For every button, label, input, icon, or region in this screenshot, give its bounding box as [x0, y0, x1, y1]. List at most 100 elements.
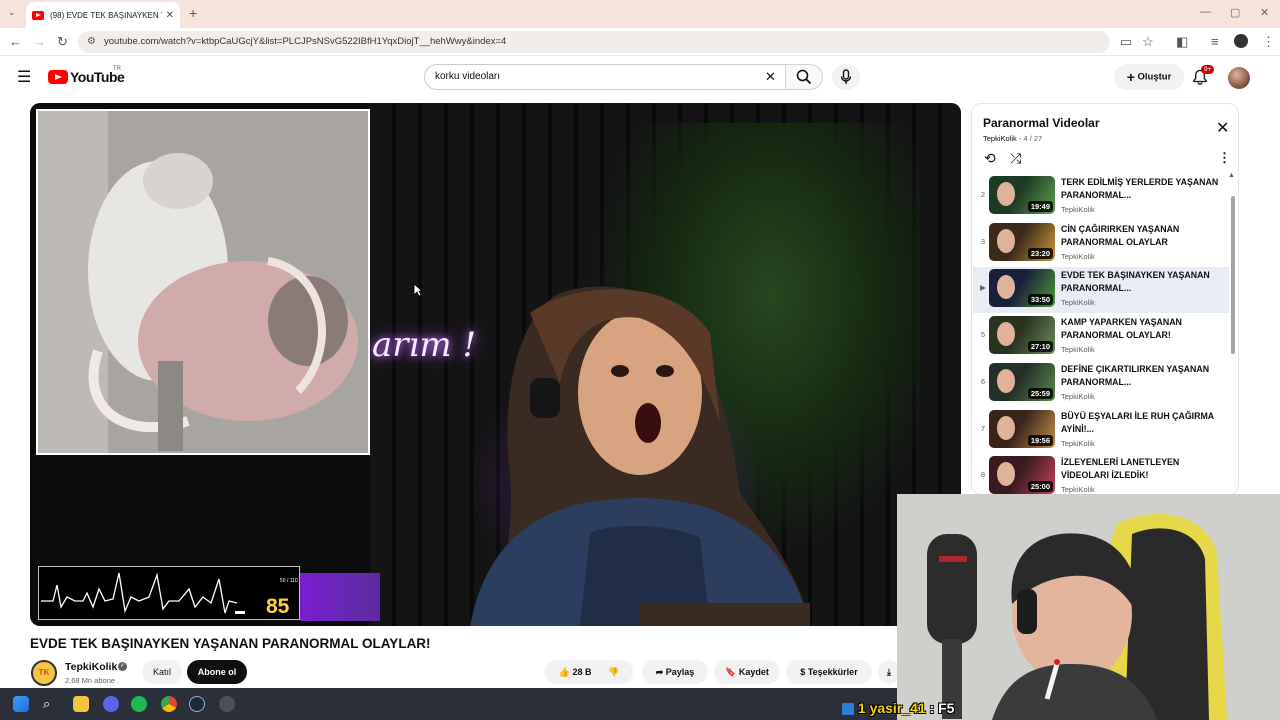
back-icon[interactable]: ← — [9, 34, 22, 49]
browser-menu-icon[interactable]: ⋮ — [1262, 34, 1275, 50]
browser-tab[interactable]: (98) EVDE TEK BAŞINAYKEN YA... ✕ — [26, 2, 180, 28]
tab-close-icon[interactable]: ✕ — [166, 10, 174, 21]
playlist-subtitle: TepkiKolik - 4 / 27 — [983, 134, 1042, 143]
playlist-more-icon[interactable]: ⋮ — [1218, 150, 1231, 166]
thanks-button[interactable]: $ Teşekkürler — [786, 660, 872, 684]
spotify-icon[interactable] — [131, 696, 147, 712]
channel-name[interactable]: TepkiKolik — [65, 661, 117, 673]
playlist-item-thumbnail[interactable]: 23:20 — [989, 222, 1055, 261]
playlist-item[interactable]: 6 25:59 DEFİNE ÇIKARTILIRKEN YAŞANAN PARAN… — [973, 361, 1229, 407]
create-button[interactable]: + Oluştur — [1114, 64, 1184, 90]
save-button[interactable]: 🔖 Kaydet — [714, 660, 780, 684]
playlist-item-title[interactable]: EVDE TEK BAŞINAYKEN YAŞANAN PARANORMAL..… — [1061, 269, 1221, 295]
tab-search-chevron-icon[interactable]: ⌄ — [8, 7, 16, 18]
youtube-logo[interactable]: YouTube TR — [48, 66, 125, 85]
taskbar-search-icon[interactable]: ⌕ — [43, 696, 59, 712]
playlist-item[interactable]: ▶ 33:50 EVDE TEK BAŞINAYKEN YAŞANAN PARANO… — [973, 267, 1229, 314]
voice-search-button[interactable] — [832, 64, 860, 90]
windows-taskbar: ⌕ — [0, 688, 897, 720]
playlist-owner[interactable]: TepkiKolik — [983, 134, 1017, 143]
share-button[interactable]: ➦ Paylaş — [642, 660, 708, 684]
address-field[interactable]: ⚙ youtube.com/watch?v=ktbpCaUGcjY&list=P… — [78, 31, 1110, 53]
search-icon — [796, 69, 812, 85]
playlist-item-title[interactable]: BÜYÜ EŞYALARI İLE RUH ÇAĞIRMA AYİNİ!... — [1061, 410, 1221, 436]
playlist-item[interactable]: 2 19:49 TERK EDİLMİŞ YERLERDE YAŞANAN PARA… — [973, 174, 1229, 220]
channel-avatar[interactable]: TK — [31, 660, 57, 686]
playlist-item-thumbnail[interactable]: 19:49 — [989, 176, 1055, 214]
download-icon: ⤓ — [887, 667, 891, 677]
extensions-icon[interactable]: ◧ — [1176, 34, 1188, 50]
like-dislike-group: 👍 28 B 👎 — [545, 660, 633, 684]
windows-start-icon[interactable] — [13, 696, 29, 712]
loop-playlist-icon[interactable]: ⟲ — [984, 150, 996, 167]
playlist-item[interactable]: 7 19:56 BÜYÜ EŞYALARI İLE RUH ÇAĞIRMA AYİN… — [973, 408, 1229, 454]
hamburger-menu-icon[interactable]: ☰ — [17, 67, 31, 87]
site-info-icon[interactable]: ⚙ — [87, 31, 96, 53]
playlist-item-thumbnail[interactable]: 25:59 — [989, 362, 1055, 401]
mouse-cursor-icon — [413, 283, 423, 297]
playlist-item[interactable]: 8 25:00 İZLEYENLERİ LANETLEYEN VİDEOLARI İ… — [973, 454, 1229, 495]
playlist-item-thumbnail[interactable]: 33:50 — [989, 269, 1055, 308]
playlist-scrollbar[interactable] — [1231, 196, 1235, 354]
playlist-item-title[interactable]: İZLEYENLERİ LANETLEYEN VİDEOLARI İZLEDİK… — [1061, 456, 1221, 482]
playlist-item-thumbnail[interactable]: 25:00 — [989, 456, 1055, 494]
video-player[interactable]: arım ! 50 / 110 85 — [30, 103, 961, 626]
playlist-item-thumbnail[interactable]: 19:56 — [989, 409, 1055, 448]
shuffle-icon[interactable]: ⤮ — [1010, 150, 1021, 167]
join-button[interactable]: Katıl — [142, 660, 182, 684]
browser-tab-bar: ⌄ (98) EVDE TEK BAŞINAYKEN YA... ✕ + — ▢… — [0, 0, 1280, 28]
clear-search-icon[interactable]: ✕ — [765, 65, 776, 89]
share-arrow-icon: ➦ — [655, 667, 664, 677]
playlist-panel: Paranormal Videolar TepkiKolik - 4 / 27 … — [971, 103, 1239, 495]
playlist-item-title[interactable]: KAMP YAPARKEN YAŞANAN PARANORMAL OLAYLAR… — [1061, 316, 1221, 342]
search-button[interactable] — [785, 64, 823, 90]
playlist-item-thumbnail[interactable]: 27:10 — [989, 316, 1055, 355]
reload-icon[interactable]: ↻ — [57, 34, 68, 50]
heart-rate-monitor — [38, 566, 300, 620]
heart-rate-value: 85 — [266, 595, 290, 618]
chat-message-overlay: 1 yasir_41 : F5 — [842, 697, 954, 720]
playlist-item[interactable]: 3 23:20 CİN ÇAĞIRIRKEN YAŞANAN PARANORMAL … — [973, 221, 1229, 267]
playlist-title[interactable]: Paranormal Videolar — [983, 116, 1100, 130]
cast-icon[interactable]: ▭ — [1120, 34, 1132, 50]
webcam-scene — [897, 494, 1280, 720]
like-count: 28 B — [572, 667, 592, 677]
playlist-item-channel: TepkiKolik — [1061, 391, 1095, 401]
ecg-line — [41, 572, 245, 614]
steam-icon[interactable] — [189, 696, 205, 712]
like-button[interactable]: 👍 28 B — [559, 667, 592, 677]
chat-message: : F5 — [929, 700, 955, 716]
search-input[interactable]: korku videoları ✕ — [424, 64, 786, 90]
dislike-button[interactable]: 👎 — [608, 667, 619, 677]
window-close-icon[interactable]: ✕ — [1260, 6, 1269, 19]
profile-icon[interactable] — [1234, 34, 1248, 48]
bookmark-star-icon[interactable]: ☆ — [1142, 34, 1154, 50]
thumbnail-face — [997, 462, 1015, 487]
account-avatar[interactable] — [1228, 67, 1250, 89]
chat-badge-count: 1 — [857, 700, 866, 716]
chat-username: yasir_41 — [869, 700, 926, 716]
youtube-favicon-icon — [32, 10, 44, 20]
playlist-item[interactable]: 5 27:10 KAMP YAPARKEN YAŞANAN PARANORMAL O… — [973, 314, 1229, 360]
browser-toolbar: ← → ↻ ⚙ youtube.com/watch?v=ktbpCaUGcjY&… — [0, 28, 1280, 56]
obs-icon[interactable] — [219, 696, 235, 712]
playlist-item-channel: TepkiKolik — [1061, 251, 1095, 261]
maximize-icon[interactable]: ▢ — [1230, 6, 1240, 19]
discord-icon[interactable] — [103, 696, 119, 712]
subscribe-button[interactable]: Abone ol — [187, 660, 247, 684]
playlist-item-duration: 25:00 — [1027, 481, 1053, 493]
playlist-item-title[interactable]: DEFİNE ÇIKARTILIRKEN YAŞANAN PARANORMAL.… — [1061, 363, 1221, 389]
scroll-up-arrow-icon[interactable]: ▲ — [1228, 172, 1235, 179]
forward-icon[interactable]: → — [33, 34, 46, 49]
reading-list-icon[interactable]: ≡ — [1211, 34, 1219, 49]
playlist-item-duration: 33:50 — [1027, 294, 1053, 306]
minimize-icon[interactable]: — — [1200, 6, 1211, 18]
playlist-item-title[interactable]: TERK EDİLMİŞ YERLERDE YAŞANAN PARANORMAL… — [1061, 176, 1221, 202]
new-tab-icon[interactable]: + — [189, 5, 197, 21]
playlist-item-title[interactable]: CİN ÇAĞIRIRKEN YAŞANAN PARANORMAL OLAYLA… — [1061, 223, 1221, 249]
youtube-play-logo-icon — [48, 70, 68, 84]
file-explorer-icon[interactable] — [73, 696, 89, 712]
playlist-item-channel: TepkiKolik — [1061, 485, 1095, 495]
close-playlist-icon[interactable]: ✕ — [1216, 118, 1229, 138]
chrome-icon[interactable] — [161, 696, 177, 712]
